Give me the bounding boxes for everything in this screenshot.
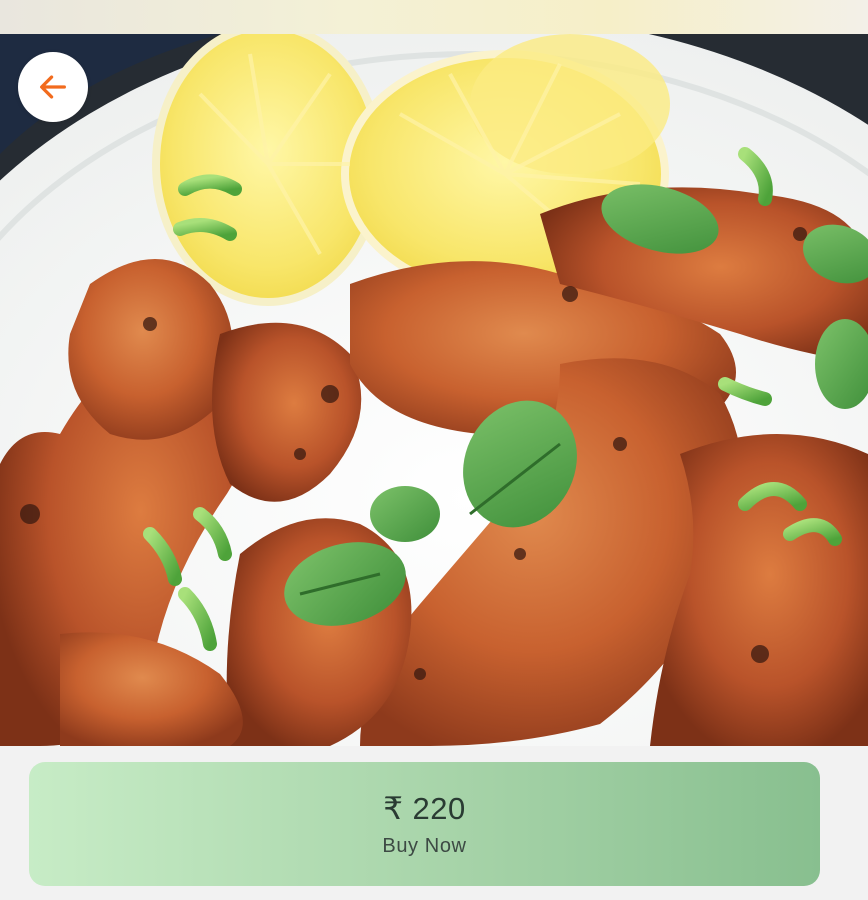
food-illustration xyxy=(0,34,868,746)
buy-now-button[interactable]: ₹ 220 Buy Now xyxy=(29,762,820,886)
back-button[interactable] xyxy=(18,52,88,122)
status-strip xyxy=(0,0,868,34)
price-label: ₹ 220 xyxy=(383,790,466,826)
product-image xyxy=(0,34,868,746)
product-detail-screen: ₹ 220 Buy Now xyxy=(0,0,868,900)
bottom-bar: ₹ 220 Buy Now xyxy=(0,746,868,900)
buy-now-label: Buy Now xyxy=(382,835,467,858)
arrow-left-icon xyxy=(40,75,66,99)
